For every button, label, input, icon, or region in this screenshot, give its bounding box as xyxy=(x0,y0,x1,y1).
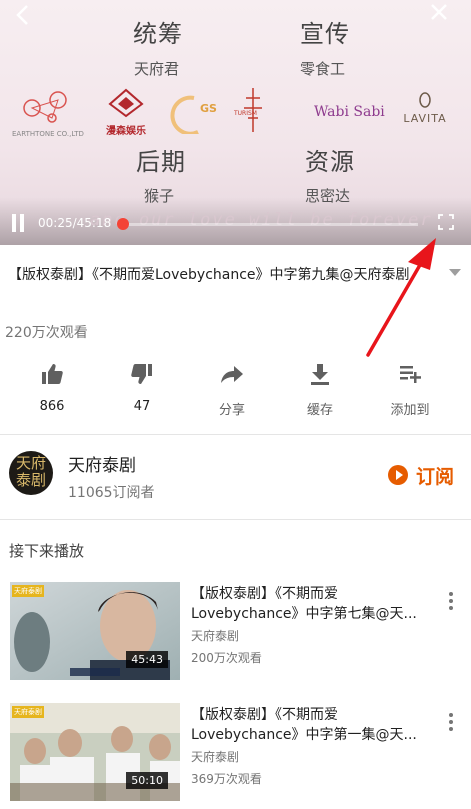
dislike-button[interactable]: 47 xyxy=(110,356,174,426)
subscribe-button[interactable]: 订阅 xyxy=(384,461,464,489)
divider xyxy=(0,434,471,435)
back-icon[interactable] xyxy=(14,4,30,32)
video-duration: 50:10 xyxy=(126,772,168,789)
share-label: 分享 xyxy=(218,403,245,418)
video-title: 【版权泰剧】《不期而爱Lovebychance》中字第九集@天府泰剧 xyxy=(8,267,410,283)
rec-view-count: 200万次观看 xyxy=(191,651,262,665)
thumbs-up-icon xyxy=(40,362,64,386)
more-vert-icon[interactable] xyxy=(449,713,455,733)
list-item[interactable]: 天府泰剧 50:10 【版权泰剧】《不期而爱Lovebychance》中字第一集… xyxy=(0,703,471,803)
seek-bar-thumb[interactable] xyxy=(117,218,130,230)
thumbs-down-icon xyxy=(130,362,154,386)
credit-head-resources: 资源 xyxy=(305,148,355,176)
up-next-heading: 接下来播放 xyxy=(9,542,85,560)
list-item[interactable]: 天府泰剧 45:43 【版权泰剧】《不期而爱Lovebychance》中字第七集… xyxy=(0,582,471,682)
tourism-logo: TURISM xyxy=(234,88,268,136)
like-count: 866 xyxy=(39,399,65,414)
download-button[interactable]: 缓存 xyxy=(288,356,352,426)
download-label: 缓存 xyxy=(306,403,333,418)
rec-video-title[interactable]: 【版权泰剧】《不期而爱Lovebychance》中字第一集@天... xyxy=(191,705,431,745)
add-to-label: 添加到 xyxy=(390,403,430,418)
credit-head-promotion: 宣传 xyxy=(300,20,350,48)
video-player[interactable]: 统筹 天府君 宣传 零食工 EARTHTONE CO.,LTD 漫森娱乐 GS … xyxy=(0,0,471,245)
credit-name-promotion: 零食工 xyxy=(300,60,346,78)
seek-bar[interactable] xyxy=(117,218,418,230)
mansen-logo: 漫森娱乐 xyxy=(96,88,156,137)
share-button[interactable]: 分享 xyxy=(200,356,264,426)
credit-head-coordination: 统筹 xyxy=(133,20,183,48)
dislike-count: 47 xyxy=(133,399,151,414)
credit-head-postproduction: 后期 xyxy=(136,148,186,176)
fullscreen-icon[interactable] xyxy=(438,214,454,230)
action-bar: 866 47 分享 缓存 添加到 xyxy=(0,356,471,426)
divider xyxy=(0,519,471,520)
subscriber-count: 11065订阅者 xyxy=(68,485,155,501)
close-icon[interactable] xyxy=(428,2,450,27)
playlist-add-icon xyxy=(398,362,422,386)
video-thumbnail[interactable]: 天府泰剧 50:10 xyxy=(10,703,180,801)
video-duration: 45:43 xyxy=(126,651,168,668)
subtitle-text: and our love will be forever xyxy=(90,210,433,230)
expand-description-icon[interactable] xyxy=(449,262,461,276)
sponsor-logos: EARTHTONE CO.,LTD 漫森娱乐 GS TURISM Wabi Sa… xyxy=(0,88,471,148)
rec-channel-name: 天府泰剧 xyxy=(191,750,240,764)
channel-avatar-text: 天府泰剧 xyxy=(15,454,46,489)
video-thumbnail[interactable]: 天府泰剧 45:43 xyxy=(10,582,180,680)
rec-channel-name: 天府泰剧 xyxy=(191,629,240,643)
lavita-logo: LAVITA xyxy=(401,92,449,125)
view-count: 220万次观看 xyxy=(5,325,88,341)
channel-avatar[interactable]: 天府泰剧 xyxy=(9,451,53,495)
thumbnail-channel-tag: 天府泰剧 xyxy=(12,585,44,597)
credit-name-coordination: 天府君 xyxy=(134,60,180,78)
playback-time: 00:25/45:18 xyxy=(38,216,112,230)
subscribe-label: 订阅 xyxy=(416,466,455,488)
earthtone-logo: EARTHTONE CO.,LTD xyxy=(12,88,84,138)
download-icon xyxy=(308,362,332,386)
rec-view-count: 369万次观看 xyxy=(191,772,262,786)
share-arrow-icon xyxy=(220,362,244,386)
rec-video-title[interactable]: 【版权泰剧】《不期而爱Lovebychance》中字第七集@天... xyxy=(191,584,431,624)
wabisabi-logo: Wabi Sabi xyxy=(314,104,385,120)
thumbnail-channel-tag: 天府泰剧 xyxy=(12,706,44,718)
more-vert-icon[interactable] xyxy=(449,592,455,612)
subscribe-play-icon xyxy=(388,465,408,485)
gs-logo: GS xyxy=(164,94,220,138)
like-button[interactable]: 866 xyxy=(20,356,84,426)
pause-icon[interactable] xyxy=(12,214,26,232)
add-to-playlist-button[interactable]: 添加到 xyxy=(378,356,442,426)
channel-name[interactable]: 天府泰剧 xyxy=(68,451,136,476)
